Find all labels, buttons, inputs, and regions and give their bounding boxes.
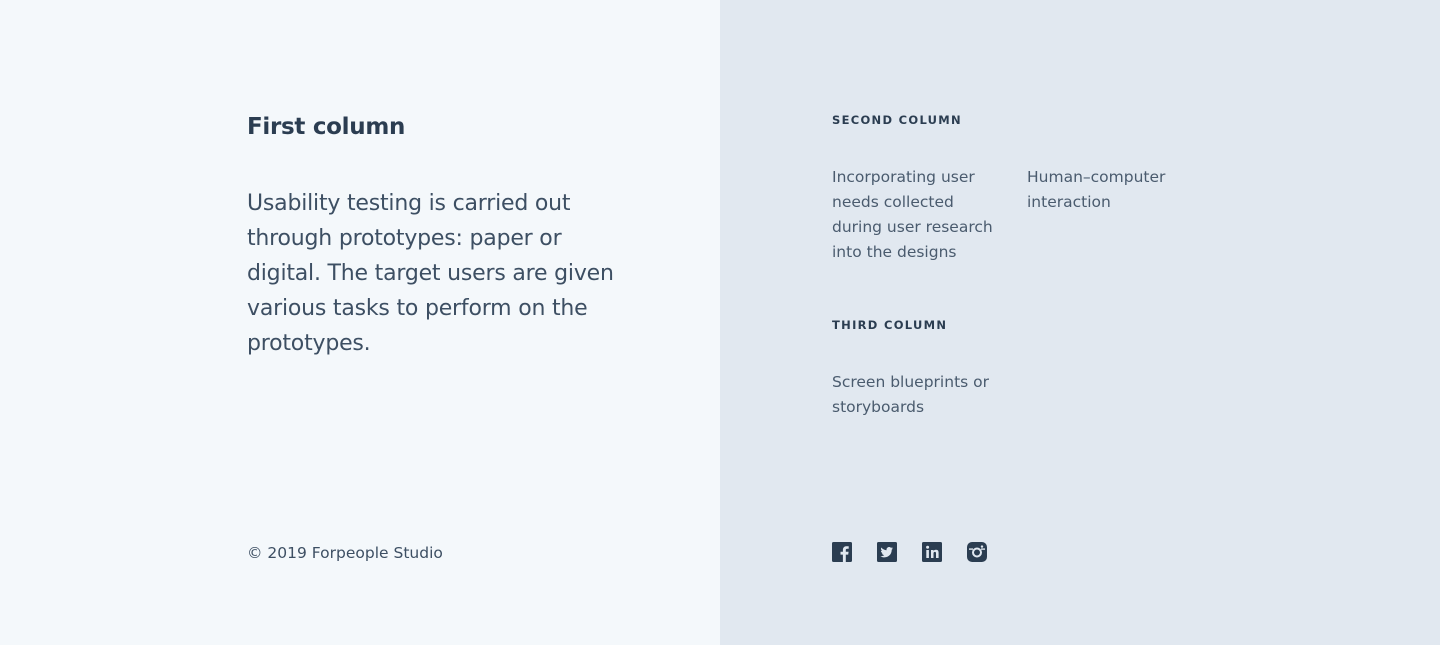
first-column-title: First column [247,114,406,140]
third-column-item-blueprints[interactable]: Screen blueprints or storyboards [832,370,1002,420]
second-column-item-user-needs[interactable]: Incorporating user needs collected durin… [832,165,1002,265]
social-links [832,542,987,562]
facebook-icon[interactable] [832,542,852,562]
instagram-icon[interactable] [967,542,987,562]
second-column-heading: SECOND COLUMN [832,113,962,127]
first-column-panel: First column Usability testing is carrie… [0,0,720,645]
third-column-heading: THIRD COLUMN [832,318,948,332]
links-panel: SECOND COLUMN Incorporating user needs c… [720,0,1440,645]
first-column-description: Usability testing is carried out through… [247,191,614,356]
footer: First column Usability testing is carrie… [0,0,1440,645]
twitter-icon[interactable] [877,542,897,562]
copyright-text: © 2019 Forpeople Studio [247,544,443,562]
second-column-item-hci[interactable]: Human–computer interaction [1027,165,1192,215]
linkedin-icon[interactable] [922,542,942,562]
